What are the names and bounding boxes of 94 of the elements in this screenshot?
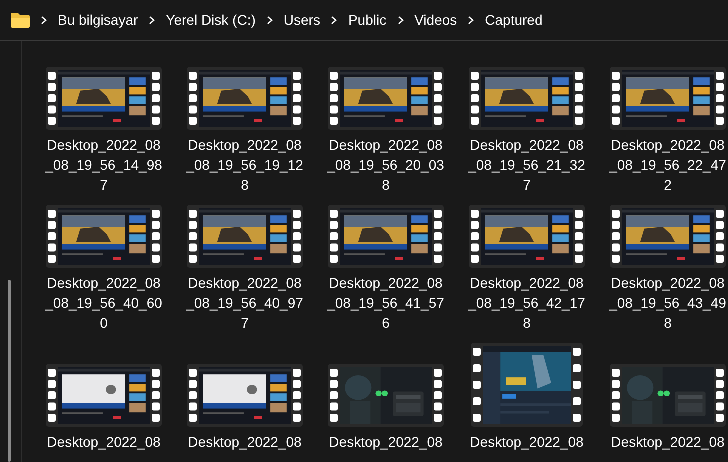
video-thumbnail[interactable] xyxy=(610,205,726,268)
film-holes-icon xyxy=(469,208,481,265)
video-thumbnail[interactable] xyxy=(328,205,444,268)
file-name: _08_19_56_21_32 xyxy=(468,156,586,175)
video-thumbnail[interactable] xyxy=(610,67,726,130)
film-holes-icon xyxy=(610,367,622,424)
film-holes-icon xyxy=(573,70,585,127)
file-name: _08_19_56_41_57 xyxy=(328,294,444,313)
file-name: Desktop_2022_08 xyxy=(329,433,443,452)
file-name: _08_19_56_20_03 xyxy=(328,156,444,175)
file-name: Desktop_2022_08 xyxy=(47,433,161,452)
film-holes-icon xyxy=(328,208,340,265)
file-name: 8 xyxy=(523,314,531,333)
file-name: 6 xyxy=(382,314,390,333)
file-name: 7 xyxy=(100,176,108,195)
file-name: 0 xyxy=(100,314,108,333)
breadcrumb-item[interactable]: Users xyxy=(284,10,320,30)
video-thumbnail[interactable] xyxy=(469,67,585,130)
file-name: 2 xyxy=(664,176,672,195)
film-holes-icon xyxy=(573,208,585,265)
breadcrumb-item[interactable]: Public xyxy=(348,10,387,30)
chevron-right-icon xyxy=(41,16,47,24)
file-name: Desktop_2022_08 xyxy=(611,274,725,293)
chevron-right-icon xyxy=(398,16,404,24)
breadcrumb-item[interactable]: Yerel Disk (C:) xyxy=(166,10,256,30)
film-holes-icon xyxy=(150,208,162,265)
file-name: 8 xyxy=(241,176,249,195)
file-name: Desktop_2022_08 xyxy=(188,433,302,452)
video-thumbnail[interactable] xyxy=(46,364,162,427)
video-thumbnail[interactable] xyxy=(610,364,726,427)
file-name: Desktop_2022_08 xyxy=(470,433,584,452)
breadcrumb-item[interactable]: Bu bilgisayar xyxy=(58,10,138,30)
file-name: 7 xyxy=(523,176,531,195)
breadcrumb-item[interactable]: Captured xyxy=(485,10,543,30)
file-name: 8 xyxy=(664,314,672,333)
chevron-right-icon xyxy=(331,16,338,24)
film-holes-icon xyxy=(187,367,199,424)
file-name: Desktop_2022_08 xyxy=(47,274,161,293)
file-name: Desktop_2022_08 xyxy=(47,136,161,155)
film-holes-icon xyxy=(571,346,583,424)
file-name: Desktop_2022_08 xyxy=(470,274,584,293)
file-name: 8 xyxy=(382,176,390,195)
film-holes-icon xyxy=(46,208,58,265)
film-holes-icon xyxy=(291,367,303,424)
video-thumbnail[interactable] xyxy=(187,364,303,427)
film-holes-icon xyxy=(291,208,303,265)
file-name: _08_19_56_40_60 xyxy=(46,294,162,313)
film-holes-icon xyxy=(46,367,58,424)
breadcrumb-item[interactable]: Videos xyxy=(414,10,458,30)
film-holes-icon xyxy=(187,208,199,265)
film-holes-icon xyxy=(432,70,444,127)
file-name: Desktop_2022_08 xyxy=(188,274,302,293)
file-name: 7 xyxy=(241,314,249,333)
file-name: Desktop_2022_08 xyxy=(329,274,443,293)
video-thumbnail[interactable] xyxy=(471,343,583,427)
film-holes-icon xyxy=(714,208,726,265)
file-name: _08_19_56_14_98 xyxy=(46,156,162,175)
file-name: Desktop_2022_08 xyxy=(329,136,443,155)
film-holes-icon xyxy=(328,367,340,424)
film-holes-icon xyxy=(469,70,481,127)
file-name: Desktop_2022_08 xyxy=(188,136,302,155)
file-name: Desktop_2022_08 xyxy=(611,136,725,155)
file-name: Desktop_2022_08 xyxy=(470,136,584,155)
film-holes-icon xyxy=(291,70,303,127)
file-name: Desktop_2022_08 xyxy=(611,433,725,452)
film-holes-icon xyxy=(471,346,483,424)
video-thumbnail[interactable] xyxy=(187,67,303,130)
file-name: _08_19_56_22_47 xyxy=(610,156,726,175)
film-holes-icon xyxy=(150,70,162,127)
film-holes-icon xyxy=(187,70,199,127)
video-thumbnail[interactable] xyxy=(328,364,444,427)
film-holes-icon xyxy=(432,367,444,424)
chevron-right-icon xyxy=(468,16,474,24)
video-thumbnail[interactable] xyxy=(46,67,162,130)
film-holes-icon xyxy=(714,70,726,127)
film-holes-icon xyxy=(610,70,622,127)
film-holes-icon xyxy=(328,70,340,127)
video-thumbnail[interactable] xyxy=(469,205,585,268)
folder-icon xyxy=(11,12,30,28)
scrollbar-thumb[interactable] xyxy=(8,280,11,462)
file-name: _08_19_56_42_17 xyxy=(468,294,586,313)
file-name: _08_19_56_43_49 xyxy=(610,294,726,313)
video-thumbnail[interactable] xyxy=(46,205,162,268)
video-thumbnail[interactable] xyxy=(187,205,303,268)
chevron-right-icon xyxy=(149,16,156,24)
film-holes-icon xyxy=(610,208,622,265)
film-holes-icon xyxy=(432,208,444,265)
film-holes-icon xyxy=(46,70,58,127)
video-thumbnail[interactable] xyxy=(328,67,444,130)
chevron-right-icon xyxy=(266,16,273,24)
file-name: _08_19_56_19_12 xyxy=(186,156,304,175)
file-name: _08_19_56_40_97 xyxy=(186,294,304,313)
film-holes-icon xyxy=(150,367,162,424)
film-holes-icon xyxy=(714,367,726,424)
